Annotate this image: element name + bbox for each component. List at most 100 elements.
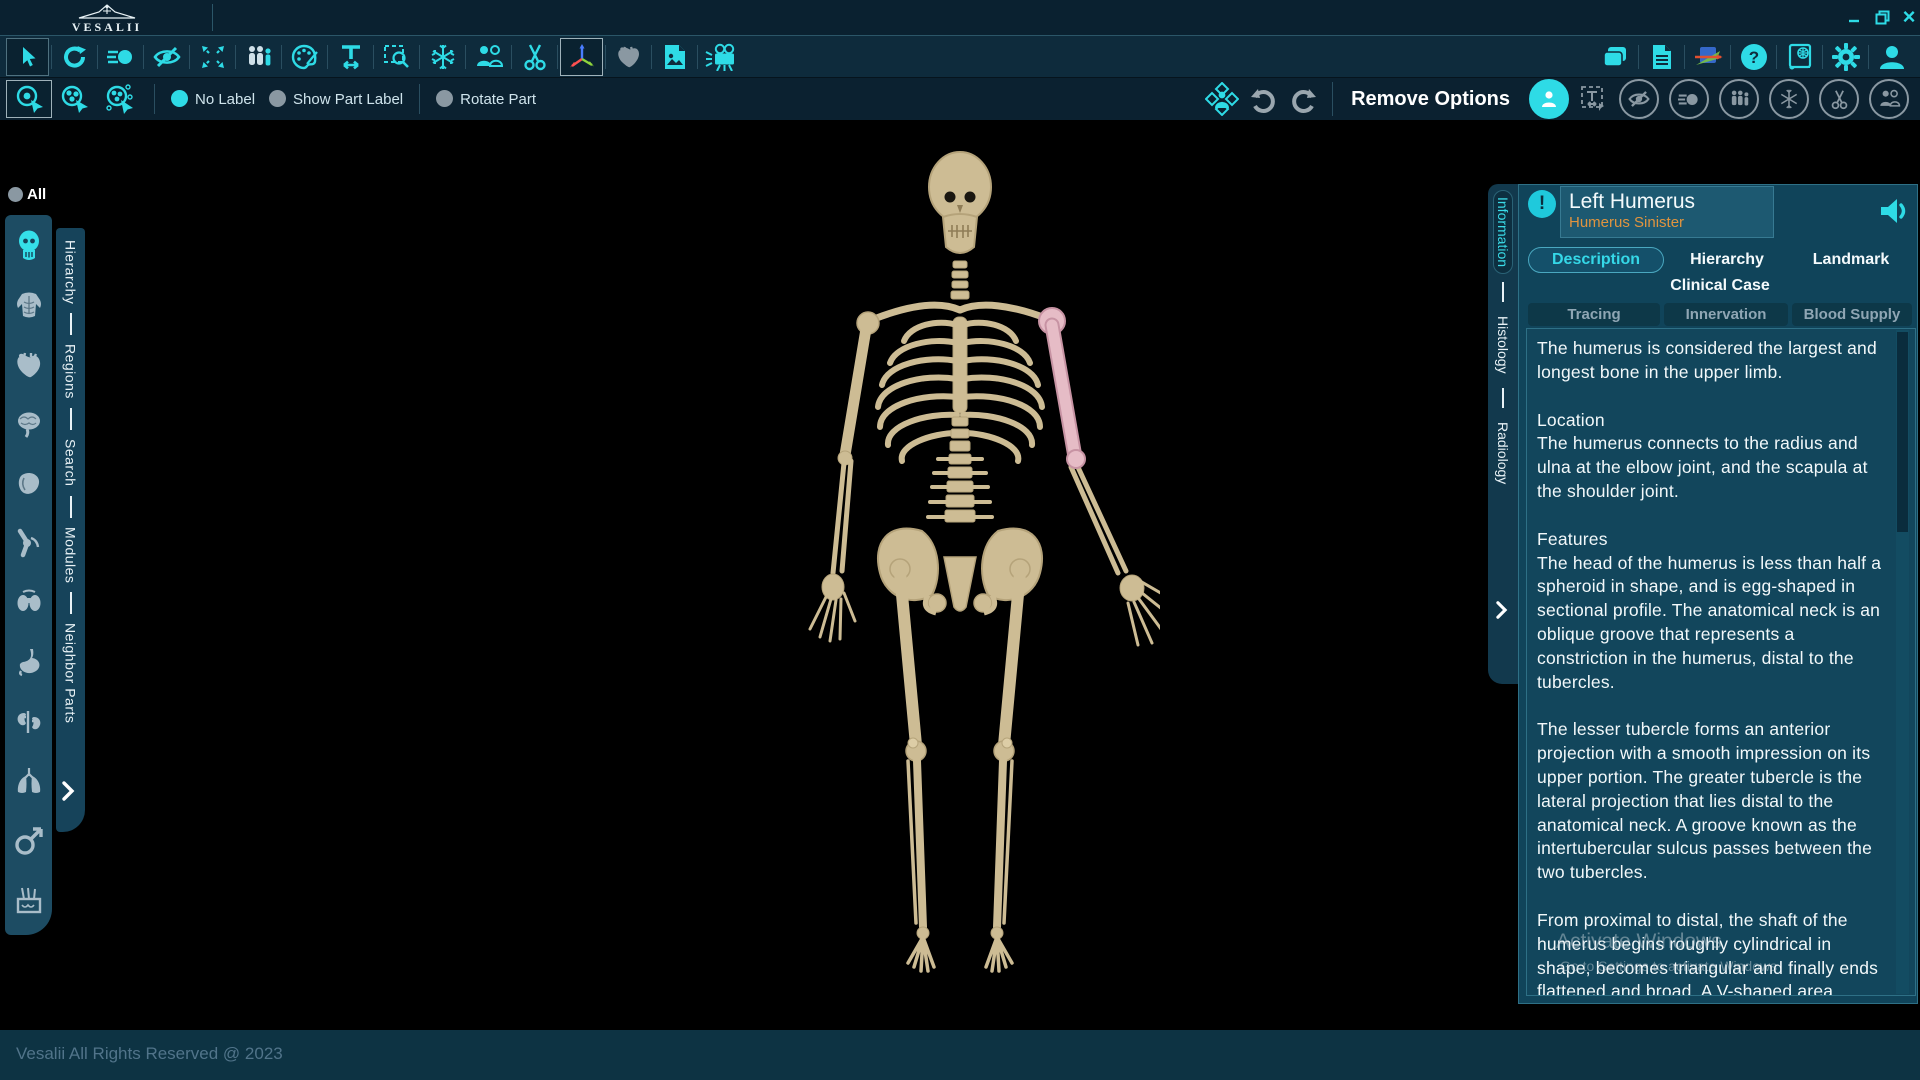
hide-part-option-button[interactable]: [1619, 79, 1659, 119]
cut-part-button[interactable]: [514, 39, 555, 75]
heart-icon: [617, 46, 639, 67]
record-video-button[interactable]: [700, 39, 741, 75]
radio-rotate-part[interactable]: Rotate Part: [436, 89, 536, 109]
skeleton-model[interactable]: [760, 125, 1160, 1005]
tab-innervation[interactable]: Innervation: [1664, 303, 1788, 326]
restore-button[interactable]: [1871, 7, 1893, 27]
orientation-plane-button[interactable]: [1687, 39, 1728, 75]
chevron-right-icon: [1496, 601, 1508, 619]
panel-tab-histology[interactable]: Histology: [1494, 310, 1512, 380]
description-scrollbar-thumb[interactable]: [1897, 332, 1908, 532]
person-visibility-button[interactable]: [1529, 79, 1569, 119]
tab-clinical-case[interactable]: Clinical Case: [1528, 277, 1912, 295]
expand-view-button[interactable]: [192, 39, 233, 75]
cut-part-option-button[interactable]: [1819, 79, 1859, 119]
stomach-system-icon: [18, 649, 39, 677]
remove-options-label: Remove Options: [1351, 87, 1510, 110]
system-endocrine-button[interactable]: [12, 586, 46, 620]
main-toolbar: ?: [0, 36, 1920, 78]
profile-icon: [1879, 45, 1904, 69]
snapshot-button[interactable]: [654, 39, 695, 75]
brand-name: VESALII: [71, 19, 143, 34]
footer-bar: Vesalii All Rights Reserved @ 2023: [0, 1030, 1920, 1080]
restore-icon: [1875, 10, 1889, 24]
part-latin-name: Humerus Sinister: [1569, 214, 1685, 232]
system-integumentary-button[interactable]: [12, 883, 46, 917]
sidebar-tab-regions[interactable]: Regions: [63, 344, 79, 399]
system-digestive-button[interactable]: [12, 645, 46, 679]
sidebar-tab-search[interactable]: Search: [63, 439, 79, 486]
all-systems-toggle[interactable]: All: [8, 186, 46, 203]
hide-part-button[interactable]: [146, 39, 187, 75]
undo-button[interactable]: [1242, 81, 1283, 117]
sidebar-expand-chevron[interactable]: [60, 780, 76, 802]
compare-models-option-button[interactable]: [1869, 79, 1909, 119]
label-transform-button[interactable]: [1574, 81, 1614, 117]
reset-pose-button[interactable]: [1201, 81, 1242, 117]
panel-tab-information[interactable]: Information: [1493, 190, 1513, 275]
extended-select-button[interactable]: [96, 81, 144, 117]
heart-animation-button[interactable]: [608, 39, 649, 75]
selected-left-humerus[interactable]: [1038, 307, 1086, 469]
paint-palette-button[interactable]: [284, 39, 325, 75]
system-urinary-button[interactable]: [12, 705, 46, 739]
freeze-part-button[interactable]: [422, 39, 463, 75]
tab-landmark[interactable]: Landmark: [1790, 251, 1912, 269]
fly-through-option-button[interactable]: [1669, 79, 1709, 119]
divider: [212, 4, 213, 31]
sidebar-tab-modules[interactable]: Modules: [63, 527, 79, 583]
compare-models-button[interactable]: [468, 39, 509, 75]
system-muscular-button[interactable]: [12, 288, 46, 322]
tab-description[interactable]: Description: [1528, 247, 1664, 273]
description-heading: Location: [1537, 409, 1605, 430]
freeze-part-option-button[interactable]: [1769, 79, 1809, 119]
rotate-icon: [63, 45, 86, 68]
layers-button[interactable]: [1595, 39, 1636, 75]
body-models-option-button[interactable]: [1719, 79, 1759, 119]
zoom-region-button[interactable]: [376, 39, 417, 75]
body-models-button[interactable]: [238, 39, 279, 75]
rotate-view-button[interactable]: [54, 39, 95, 75]
settings-button[interactable]: [1825, 39, 1866, 75]
info-panel-collapse-chevron[interactable]: [1494, 600, 1509, 620]
report-icon: [1652, 44, 1671, 69]
people-pair-icon: [476, 44, 503, 67]
system-reproductive-button[interactable]: [12, 824, 46, 858]
snowflake-icon: [431, 44, 454, 69]
system-respiratory-button[interactable]: [12, 764, 46, 798]
redo-button[interactable]: [1283, 81, 1324, 117]
fly-through-button[interactable]: [100, 39, 141, 75]
help-button[interactable]: ?: [1733, 39, 1774, 75]
select-cursor-icon: [22, 46, 35, 66]
system-skeletal-button[interactable]: [12, 229, 46, 263]
radio-show-part-label[interactable]: Show Part Label: [269, 89, 403, 109]
system-nervous-button[interactable]: [12, 407, 46, 441]
redo-icon: [1291, 89, 1316, 113]
minimize-button[interactable]: [1843, 7, 1865, 27]
pronounce-button[interactable]: [1878, 196, 1912, 226]
report-button[interactable]: [1641, 39, 1682, 75]
extended-select-icon: [106, 84, 133, 114]
tab-hierarchy[interactable]: Hierarchy: [1664, 251, 1790, 269]
sidebar-tab-neighbor-parts[interactable]: Neighbor Parts: [63, 623, 79, 723]
axis-gizmo-button[interactable]: [560, 37, 603, 76]
tab-blood-supply[interactable]: Blood Supply: [1792, 303, 1912, 326]
tab-tracing[interactable]: Tracing: [1528, 303, 1660, 326]
sidebar-tab-hierarchy[interactable]: Hierarchy: [63, 240, 79, 304]
profile-button[interactable]: [1871, 39, 1912, 75]
transform-label-button[interactable]: [330, 39, 371, 75]
system-circulatory-button[interactable]: [12, 348, 46, 382]
chevron-right-icon: [62, 781, 75, 801]
atlas-book-button[interactable]: [1779, 39, 1820, 75]
radio-no-label[interactable]: No Label: [171, 89, 255, 109]
close-button[interactable]: ×: [1898, 4, 1920, 29]
single-select-button[interactable]: [6, 80, 52, 118]
panel-tab-radiology[interactable]: Radiology: [1494, 416, 1512, 490]
system-lymphatic-button[interactable]: [12, 467, 46, 501]
secondary-toolbar-left-group: No Label Show Part Label Rotate Part: [6, 78, 536, 120]
select-tool-button[interactable]: [6, 37, 49, 76]
snapshot-icon: [664, 44, 685, 69]
multi-select-button[interactable]: [52, 81, 96, 117]
title-bar: VESALII ×: [0, 0, 1920, 36]
system-joints-button[interactable]: [12, 526, 46, 560]
